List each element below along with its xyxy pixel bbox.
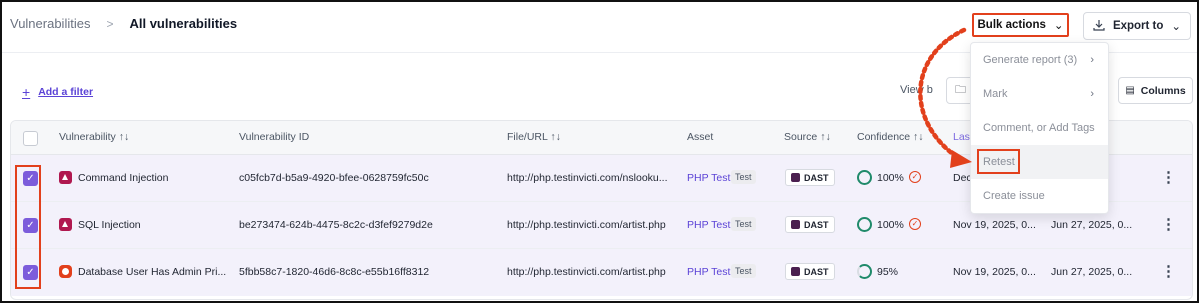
app-window: Vulnerabilities > All vulnerabilities Bu… [0, 0, 1199, 303]
annotation-arrow [918, 27, 972, 168]
